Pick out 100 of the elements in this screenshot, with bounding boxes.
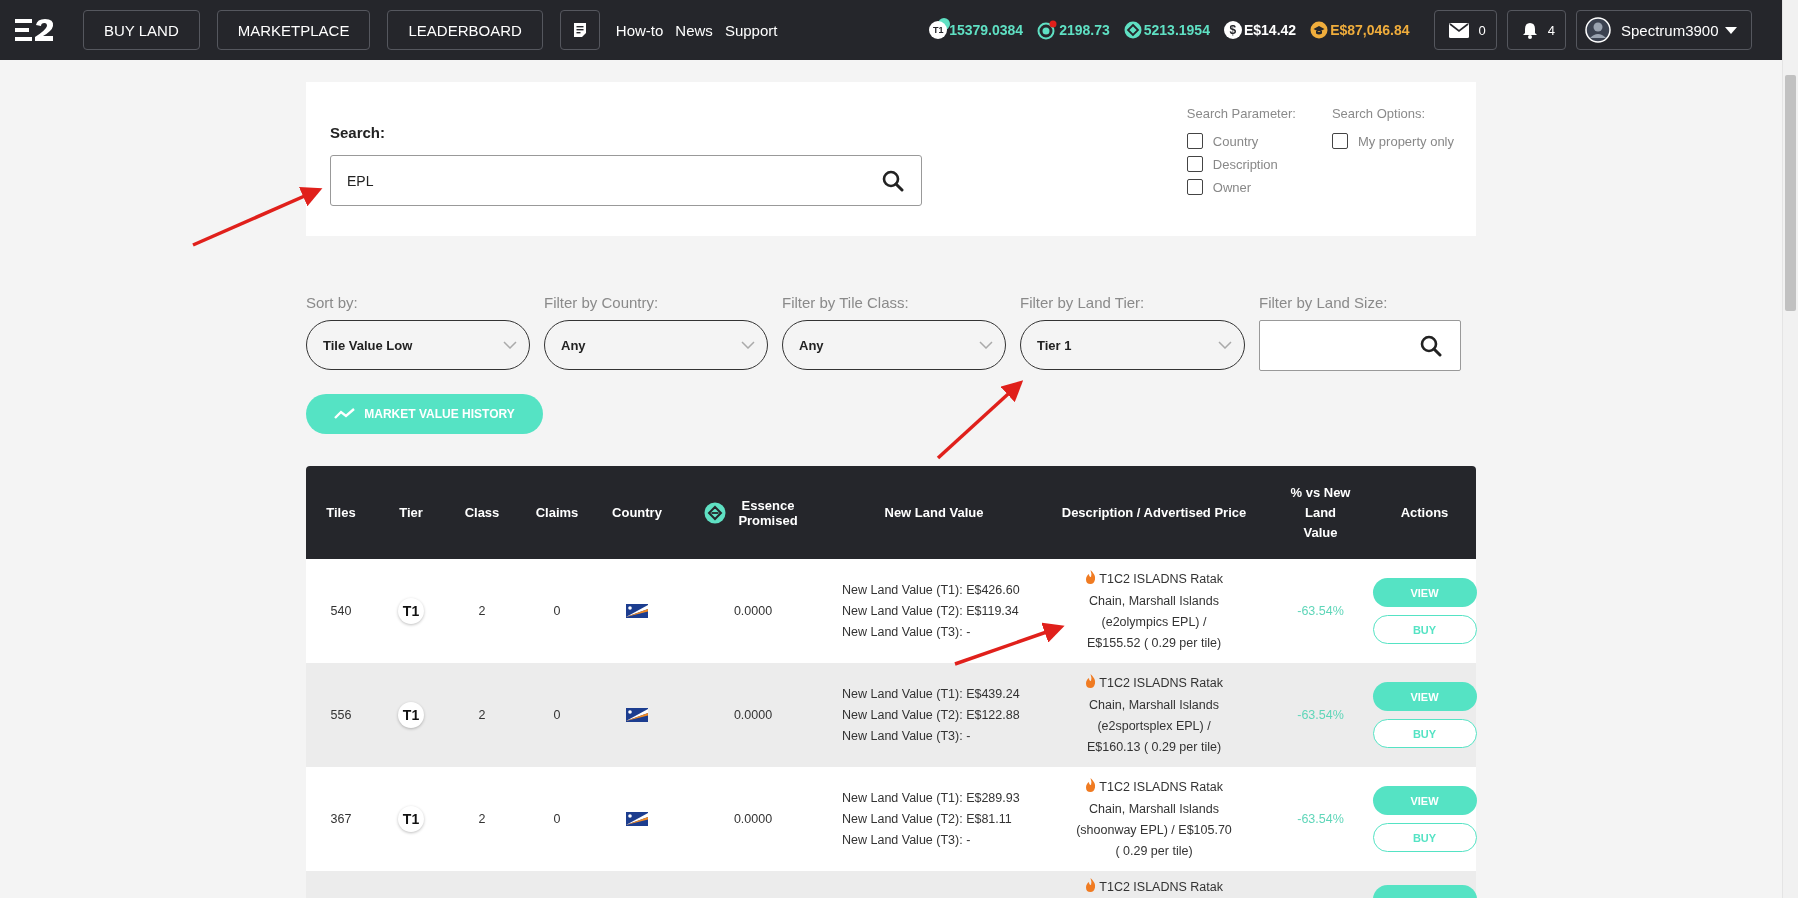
land-value-text: New Land Value (T2): E$122.88 bbox=[842, 706, 1020, 724]
land-value-text: New Land Value (T1): E$439.24 bbox=[842, 685, 1020, 703]
mail-icon bbox=[1448, 22, 1469, 38]
balance-value: 5213.1954 bbox=[1143, 22, 1210, 38]
flag-icon bbox=[626, 708, 648, 722]
description-text: T1C2 ISLADNS Ratak Chain, Marshall Islands (shoonway EPL) / E$105.70 ( 0.29 per tile) bbox=[1076, 776, 1232, 860]
tier-badge: T1 bbox=[398, 806, 424, 832]
chevron-icon bbox=[979, 341, 993, 349]
avatar-icon bbox=[1585, 17, 1611, 43]
scrollbar[interactable] bbox=[1782, 0, 1798, 898]
column-header[interactable]: Essence Promised bbox=[734, 497, 802, 528]
table-cell: 367 bbox=[330, 812, 352, 826]
percent-change: -63.54% bbox=[1297, 708, 1344, 722]
filter-label: Filter by Land Tier: bbox=[1020, 294, 1146, 311]
option-group-title: Search Parameter: bbox=[1186, 106, 1296, 121]
messages-button[interactable]: 0 bbox=[1433, 10, 1497, 50]
notes-icon bbox=[572, 22, 587, 38]
description-text: T1C2 ISLADNS Ratak Chain, Marshall Islands (e2sportsplex EPL) / E$160.13 ( 0.29 per tile) bbox=[1084, 672, 1224, 756]
filter-label: Sort by: bbox=[306, 294, 359, 311]
description-text: T1C2 ISLADNS Ratak bbox=[1085, 877, 1223, 898]
land-value-text: New Land Value (T2): E$119.34 bbox=[842, 602, 1019, 620]
search-label: Search: bbox=[330, 124, 387, 141]
filter-label: Filter by Country: bbox=[544, 294, 660, 311]
table-cell: 0 bbox=[553, 812, 561, 826]
user-menu-button[interactable]: Spectrum3900 bbox=[1576, 10, 1752, 50]
balance-value: 2198.73 bbox=[1059, 22, 1110, 38]
trend-line-icon bbox=[334, 408, 357, 420]
chevron-icon bbox=[503, 341, 517, 349]
column-header[interactable]: Actions bbox=[1400, 505, 1449, 520]
table-cell: 0 bbox=[553, 604, 561, 618]
checkbox[interactable] bbox=[1186, 133, 1203, 149]
search-icon bbox=[1420, 334, 1442, 357]
nav-link[interactable]: News bbox=[675, 21, 713, 39]
caret-icon bbox=[1725, 26, 1737, 34]
table-cell: 556 bbox=[330, 708, 352, 722]
land-value-text: New Land Value (T2): E$81.11 bbox=[842, 810, 1012, 828]
column-header[interactable]: Country bbox=[612, 505, 662, 520]
balance-value: E$87,046.84 bbox=[1330, 22, 1410, 38]
column-header[interactable]: Description / Advertised Price bbox=[1061, 505, 1247, 520]
balance-value: 15379.0384 bbox=[949, 22, 1024, 38]
column-header[interactable]: Class bbox=[464, 505, 500, 520]
land-value-text: New Land Value (T3): - bbox=[842, 831, 971, 849]
essence-icon bbox=[1123, 21, 1142, 39]
notes-button[interactable] bbox=[559, 10, 600, 50]
checkbox-label[interactable]: Owner bbox=[1212, 179, 1252, 195]
size-filter-field[interactable] bbox=[1259, 320, 1461, 371]
column-header[interactable]: New Land Value bbox=[884, 505, 984, 520]
percent-change: -63.54% bbox=[1297, 812, 1344, 826]
flag-icon bbox=[626, 812, 648, 826]
land-value-text: New Land Value (T1): E$289.93 bbox=[842, 789, 1020, 807]
nav-link[interactable]: How-to bbox=[615, 21, 664, 39]
table-cell: 0 bbox=[553, 708, 561, 722]
bell-icon bbox=[1521, 21, 1538, 39]
checkbox[interactable] bbox=[1186, 156, 1203, 172]
table-cell: 540 bbox=[330, 604, 352, 618]
search-icon bbox=[882, 169, 904, 192]
filter-dropdown[interactable]: Tier 1 bbox=[1020, 320, 1245, 370]
land-value-text: New Land Value (T3): - bbox=[842, 727, 971, 745]
checkbox-label[interactable]: Country bbox=[1212, 133, 1259, 149]
filter-label: Filter by Tile Class: bbox=[782, 294, 910, 311]
column-header[interactable]: Claims bbox=[535, 505, 579, 520]
checkbox[interactable] bbox=[1331, 133, 1348, 149]
column-header[interactable]: Tiles bbox=[326, 505, 356, 520]
nav-button[interactable]: LEADERBOARD bbox=[387, 10, 543, 50]
coin-icon bbox=[1310, 21, 1329, 39]
table-cell: 2 bbox=[478, 812, 486, 826]
nav-button[interactable]: BUY LAND bbox=[83, 10, 200, 50]
table-cell: 2 bbox=[478, 604, 486, 618]
logo-icon bbox=[15, 18, 55, 42]
option-group-title: Search Options: bbox=[1331, 106, 1427, 121]
checkbox-label[interactable]: My property only bbox=[1357, 133, 1454, 149]
table-cell: 0.0000 bbox=[733, 604, 773, 618]
checkbox[interactable] bbox=[1186, 179, 1203, 195]
chevron-icon bbox=[1218, 341, 1232, 349]
checkbox-label[interactable]: Description bbox=[1212, 156, 1278, 172]
land-value-text: New Land Value (T3): - bbox=[842, 623, 971, 641]
tier-icon: T1 bbox=[929, 21, 948, 39]
chevron-icon bbox=[741, 341, 755, 349]
land-value-text: New Land Value (T1): E$426.60 bbox=[842, 581, 1020, 599]
percent-change: -63.54% bbox=[1297, 604, 1344, 618]
notifications-button[interactable]: 4 bbox=[1506, 10, 1566, 50]
column-header[interactable]: Tier bbox=[399, 505, 423, 520]
flag-icon bbox=[626, 604, 648, 618]
scrollbar-thumb[interactable] bbox=[1785, 75, 1796, 311]
balance-value: E$14.42 bbox=[1243, 22, 1297, 38]
tier-badge: T1 bbox=[398, 702, 424, 728]
table-cell: 2 bbox=[478, 708, 486, 722]
nav-link[interactable]: Support bbox=[724, 21, 778, 39]
nav-button[interactable]: MARKETPLACE bbox=[216, 10, 371, 50]
column-header[interactable]: % vs New Land Value bbox=[1290, 482, 1351, 543]
filter-dropdown[interactable]: Any bbox=[544, 320, 768, 370]
search-field[interactable]: EPL bbox=[330, 155, 922, 206]
filter-dropdown[interactable]: Any bbox=[782, 320, 1006, 370]
table-cell: 0.0000 bbox=[733, 708, 773, 722]
filter-label: Filter by Land Size: bbox=[1259, 294, 1389, 311]
tier-badge: T1 bbox=[398, 598, 424, 624]
filter-dropdown[interactable]: Tile Value Low bbox=[306, 320, 530, 370]
dollar-icon: $ bbox=[1223, 21, 1242, 39]
target-icon bbox=[1037, 20, 1058, 40]
table-cell: 0.0000 bbox=[733, 812, 773, 826]
